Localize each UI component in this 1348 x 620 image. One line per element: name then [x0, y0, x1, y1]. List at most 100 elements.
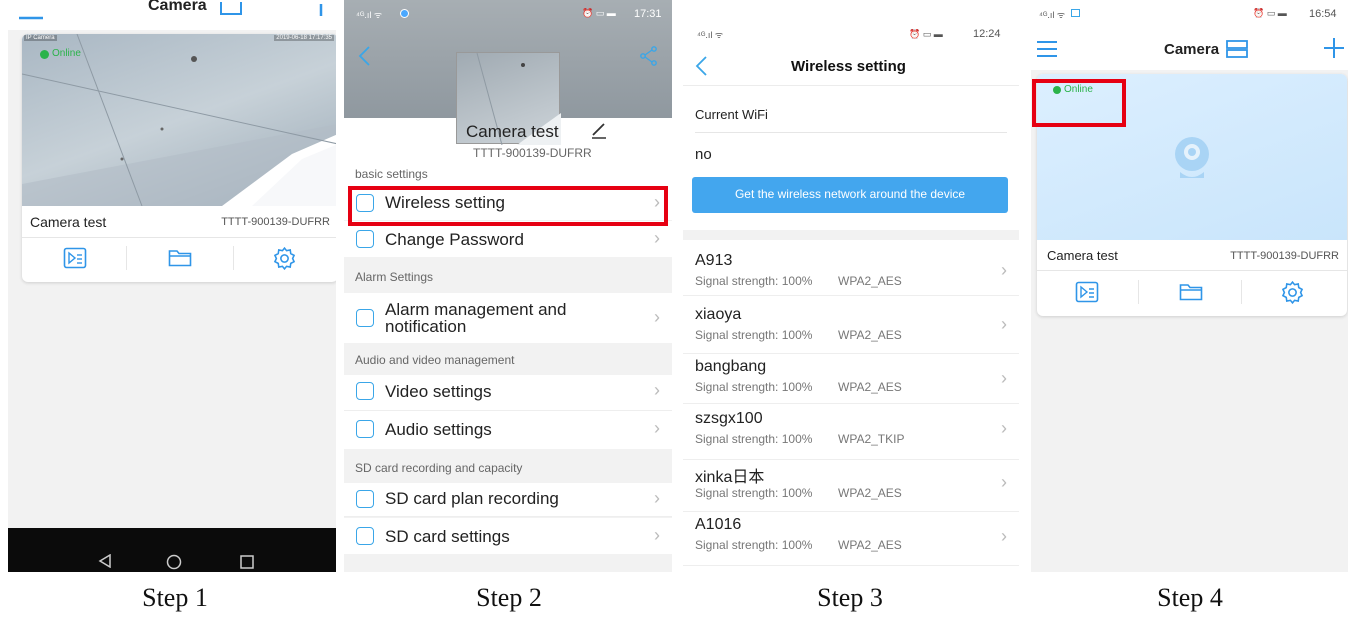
record-icon — [356, 490, 374, 508]
device-name: Camera test — [466, 122, 559, 141]
chevron-right-icon: › — [654, 488, 660, 508]
icon-separator — [1241, 280, 1242, 304]
share-icon[interactable] — [640, 46, 658, 66]
layout-toggle-icon[interactable] — [1226, 40, 1248, 58]
icon-separator — [126, 246, 127, 270]
clock: 16:54 — [1309, 8, 1337, 20]
chevron-right-icon: › — [1001, 472, 1007, 492]
wifi-list-item[interactable]: A1016 Signal strength: 100% WPA2_AES › — [683, 512, 1019, 566]
step-caption: Step 2 — [476, 583, 542, 612]
icon-separator — [1138, 280, 1139, 304]
lock-icon — [356, 230, 374, 248]
chevron-right-icon: › — [654, 228, 660, 248]
current-wifi-label: Current WiFi — [695, 107, 768, 122]
device-id: TTTT-900139-DUFRR — [221, 216, 330, 228]
header-title: Camera — [148, 0, 207, 14]
nav-back-icon[interactable] — [98, 554, 112, 568]
alarm-icon — [356, 309, 374, 327]
menu-item-alarm[interactable]: Alarm management and notification › — [344, 293, 672, 343]
section-gap — [683, 230, 1019, 240]
app-header: ⁴ᴳ.ıl ᯤ ⏰ ▭ ▬ 16:54 Camera — [1031, 0, 1348, 70]
layout-toggle-icon[interactable] — [220, 2, 242, 16]
chevron-right-icon: › — [1001, 260, 1007, 280]
device-name: Camera test — [30, 214, 107, 230]
chevron-right-icon: › — [654, 418, 660, 438]
menu-item-video-label: Video settings — [385, 382, 492, 401]
back-icon[interactable] — [695, 56, 707, 76]
playback-icon[interactable] — [1075, 281, 1099, 303]
add-icon[interactable] — [318, 4, 324, 16]
signal-icon: ⁴ᴳ.ıl ᯤ — [356, 10, 383, 20]
menu-icon[interactable] — [18, 6, 44, 20]
wifi-list-item[interactable]: A913 Signal strength: 100% WPA2_AES › — [683, 240, 1019, 296]
back-icon[interactable] — [358, 46, 370, 66]
menu-item-sd-settings[interactable]: SD card settings › — [344, 518, 672, 554]
signal-icon: ⁴ᴳ.ıl ᯤ — [1039, 10, 1066, 20]
wifi-encryption: WPA2_AES — [838, 328, 902, 342]
android-nav-bar — [8, 528, 336, 572]
chevron-right-icon: › — [1001, 314, 1007, 334]
playback-icon[interactable] — [63, 247, 87, 269]
notification-dot-icon — [400, 9, 409, 18]
nav-recents-icon[interactable] — [240, 555, 254, 569]
add-icon[interactable] — [1323, 37, 1345, 59]
folder-icon[interactable] — [168, 249, 192, 267]
step3-screen: ⁴ᴳ.ıl ᯤ ⏰ ▭ ▬ 12:24 Wireless setting Cur… — [683, 0, 1019, 572]
section-basic-settings: basic settings — [344, 162, 672, 186]
scan-wifi-button-label: Get the wireless network around the devi… — [734, 187, 966, 201]
wifi-encryption: WPA2_AES — [838, 380, 902, 394]
status-icons: ⏰ ▭ ▬ — [582, 8, 616, 18]
settings-icon[interactable] — [272, 246, 297, 271]
wifi-list-item[interactable]: bangbang Signal strength: 100% WPA2_AES … — [683, 354, 1019, 404]
wifi-signal: Signal strength: 100% — [695, 432, 813, 446]
step1-screen: Camera IP Camera 2019-06-18 17:17:35 Onl… — [8, 0, 336, 572]
wifi-name: A913 — [695, 252, 733, 269]
section-sd-card: SD card recording and capacity — [344, 453, 672, 483]
chevron-right-icon: › — [1001, 526, 1007, 546]
chevron-right-icon: › — [654, 307, 660, 327]
app-header: Camera — [8, 0, 336, 30]
edit-icon[interactable] — [590, 121, 608, 139]
menu-item-change-password[interactable]: Change Password › — [344, 221, 672, 257]
wifi-encryption: WPA2_AES — [838, 486, 902, 500]
wifi-list-item[interactable]: xiaoya Signal strength: 100% WPA2_AES › — [683, 296, 1019, 354]
device-name: Camera test — [1047, 248, 1118, 263]
menu-item-sd-plan[interactable]: SD card plan recording › — [344, 483, 672, 517]
wifi-encryption: WPA2_AES — [838, 274, 902, 288]
wifi-name: szsgx100 — [695, 410, 763, 427]
menu-item-audio-settings[interactable]: Audio settings › — [344, 411, 672, 449]
online-dot-icon — [40, 50, 49, 59]
camera-card[interactable]: IP Camera 2019-06-18 17:17:35 Online Cam… — [22, 34, 336, 282]
menu-item-change-password-label: Change Password — [385, 230, 524, 249]
chevron-right-icon: › — [1001, 418, 1007, 438]
card-divider — [22, 237, 336, 238]
clock: 17:31 — [634, 8, 662, 20]
highlight-box — [348, 186, 668, 226]
step-caption: Step 3 — [817, 583, 883, 612]
wifi-list-item[interactable]: szsgx100 Signal strength: 100% WPA2_TKIP… — [683, 404, 1019, 460]
camera-preview[interactable]: IP Camera 2019-06-18 17:17:35 Online — [22, 34, 336, 206]
signal-icon: ⁴ᴳ.ıl ᯤ — [697, 30, 724, 40]
menu-item-video-settings[interactable]: Video settings › — [344, 375, 672, 411]
nav-home-icon[interactable] — [166, 554, 182, 570]
settings-icon[interactable] — [1280, 280, 1305, 305]
ceiling-scene — [22, 34, 336, 206]
wifi-name: xinka日本 — [695, 469, 765, 486]
folder-icon[interactable] — [1179, 283, 1203, 301]
step-caption: Step 4 — [1157, 583, 1223, 612]
menu-item-sd-plan-label: SD card plan recording — [385, 489, 559, 508]
divider — [695, 132, 1007, 133]
wifi-signal: Signal strength: 100% — [695, 486, 813, 500]
menu-item-alarm-line2: notification — [385, 317, 467, 336]
menu-item-sd-settings-label: SD card settings — [385, 527, 510, 546]
camera-placeholder-icon — [1175, 137, 1209, 178]
audio-icon — [356, 420, 374, 438]
card-divider — [1037, 270, 1347, 271]
wifi-name: A1016 — [695, 516, 742, 533]
status-icons: ⏰ ▭ ▬ — [1253, 8, 1287, 18]
menu-icon[interactable] — [1037, 40, 1059, 58]
section-alarm-settings: Alarm Settings — [344, 261, 672, 293]
icon-separator — [233, 246, 234, 270]
wifi-list-item[interactable]: xinka日本 Signal strength: 100% WPA2_AES › — [683, 460, 1019, 512]
scan-wifi-button[interactable]: Get the wireless network around the devi… — [692, 177, 1008, 213]
